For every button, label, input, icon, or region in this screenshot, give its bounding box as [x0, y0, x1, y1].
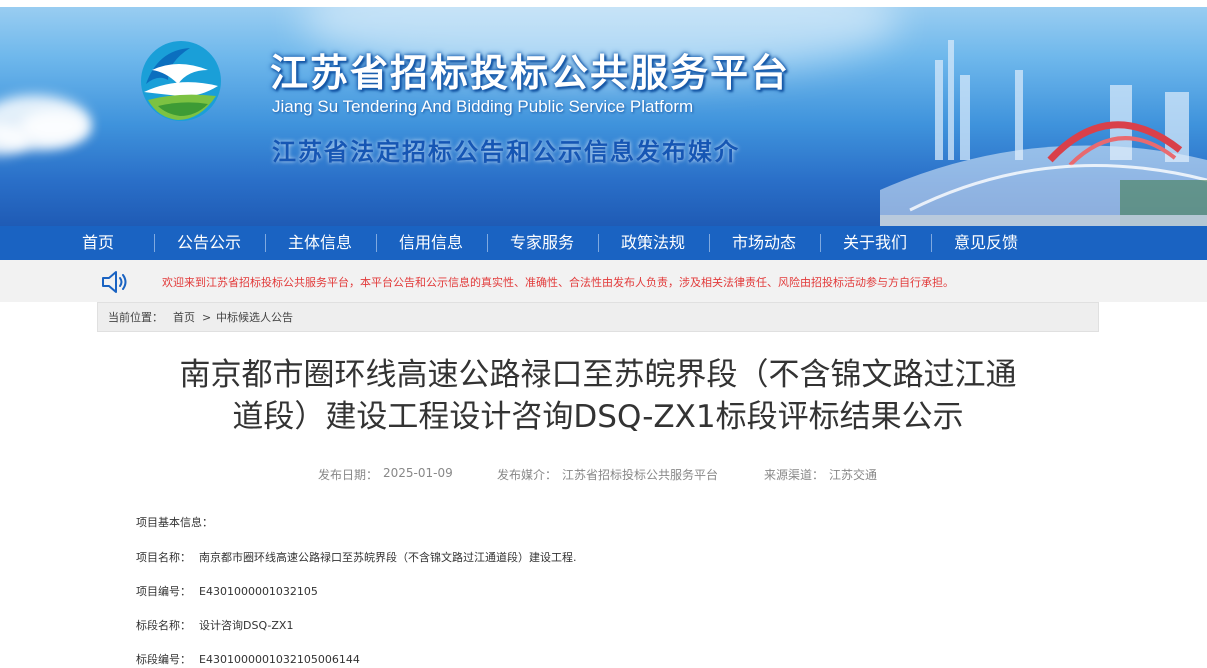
- field-value: 设计咨询DSQ-ZX1: [199, 619, 294, 632]
- nav-divider: [154, 234, 155, 252]
- field-label: 项目编号：: [136, 585, 191, 598]
- field-label: 标段编号：: [136, 653, 191, 666]
- site-title-english: Jiang Su Tendering And Bidding Public Se…: [272, 97, 694, 116]
- field-project-number: 项目编号： E4301000001032105: [136, 583, 318, 599]
- breadcrumb: 当前位置： 首页 > 中标候选人公告: [97, 302, 1099, 332]
- field-value: E4301000001032105006144: [199, 653, 360, 666]
- nav-item-policies[interactable]: 政策法规: [609, 226, 697, 260]
- article-title-line-1: 南京都市圈环线高速公路禄口至苏皖界段（不含锦文路过江通: [179, 357, 1017, 393]
- source-channel: 江苏交通: [829, 468, 878, 482]
- publish-date-label: 发布日期：: [318, 468, 379, 482]
- article-title: 南京都市圈环线高速公路禄口至苏皖界段（不含锦文路过江通 道段）建设工程设计咨询D…: [97, 354, 1099, 438]
- article-title-line-2: 道段）建设工程设计咨询DSQ-ZX1标段评标结果公示: [232, 399, 964, 435]
- nav-item-feedback[interactable]: 意见反馈: [942, 226, 1030, 260]
- publish-media-label: 发布媒介：: [497, 468, 558, 482]
- field-value: E4301000001032105: [199, 585, 318, 598]
- notice-text: 欢迎来到江苏省招标投标公共服务平台，本平台公告和公示信息的真实性、准确性、合法性…: [162, 276, 954, 289]
- nav-divider: [709, 234, 710, 252]
- site-subtitle: 江苏省法定招标公告和公示信息发布媒介: [272, 138, 740, 166]
- nav-item-market-news[interactable]: 市场动态: [720, 226, 808, 260]
- nav-item-about-us[interactable]: 关于我们: [831, 226, 919, 260]
- speaker-icon: [102, 271, 127, 293]
- breadcrumb-current-link[interactable]: 中标候选人公告: [216, 303, 293, 333]
- field-value: 南京都市圈环线高速公路禄口至苏皖界段（不含锦文路过江通道段）建设工程.: [199, 551, 577, 564]
- breadcrumb-home-link[interactable]: 首页: [173, 303, 195, 333]
- nav-item-expert-service[interactable]: 专家服务: [498, 226, 586, 260]
- nav-divider: [598, 234, 599, 252]
- nav-divider: [820, 234, 821, 252]
- nav-divider: [376, 234, 377, 252]
- source-channel-label: 来源渠道：: [764, 468, 825, 482]
- breadcrumb-label: 当前位置：: [108, 311, 163, 324]
- cloud-decoration: [20, 110, 90, 145]
- site-title: 江苏省招标投标公共服务平台: [270, 51, 791, 95]
- nav-item-home[interactable]: 首页: [65, 226, 131, 260]
- notice-bar: 欢迎来到江苏省招标投标公共服务平台，本平台公告和公示信息的真实性、准确性、合法性…: [0, 260, 1207, 302]
- field-section-name: 标段名称： 设计咨询DSQ-ZX1: [136, 617, 293, 633]
- breadcrumb-separator: >: [202, 311, 212, 324]
- field-project-name: 项目名称： 南京都市圈环线高速公路禄口至苏皖界段（不含锦文路过江通道段）建设工程.: [136, 549, 577, 565]
- info-section-header: 项目基本信息：: [136, 516, 213, 529]
- nav-item-entity-info[interactable]: 主体信息: [276, 226, 364, 260]
- main-nav: 首页 公告公示 主体信息 信用信息 专家服务 政策法规 市场动态 关于我们 意见…: [0, 226, 1207, 260]
- publish-date: 2025-01-09: [383, 466, 453, 480]
- field-label: 项目名称：: [136, 551, 191, 564]
- field-label: 标段名称：: [136, 619, 191, 632]
- header-banner: 江苏省招标投标公共服务平台 Jiang Su Tendering And Bid…: [0, 0, 1207, 226]
- stadium-decoration: [880, 121, 1207, 226]
- publish-media: 江苏省招标投标公共服务平台: [562, 468, 719, 482]
- nav-item-announcements[interactable]: 公告公示: [165, 226, 253, 260]
- nav-divider: [265, 234, 266, 252]
- nav-item-credit-info[interactable]: 信用信息: [387, 226, 475, 260]
- field-section-number: 标段编号： E4301000001032105006144: [136, 651, 360, 667]
- nav-divider: [931, 234, 932, 252]
- platform-logo-icon: [141, 41, 221, 121]
- nav-divider: [487, 234, 488, 252]
